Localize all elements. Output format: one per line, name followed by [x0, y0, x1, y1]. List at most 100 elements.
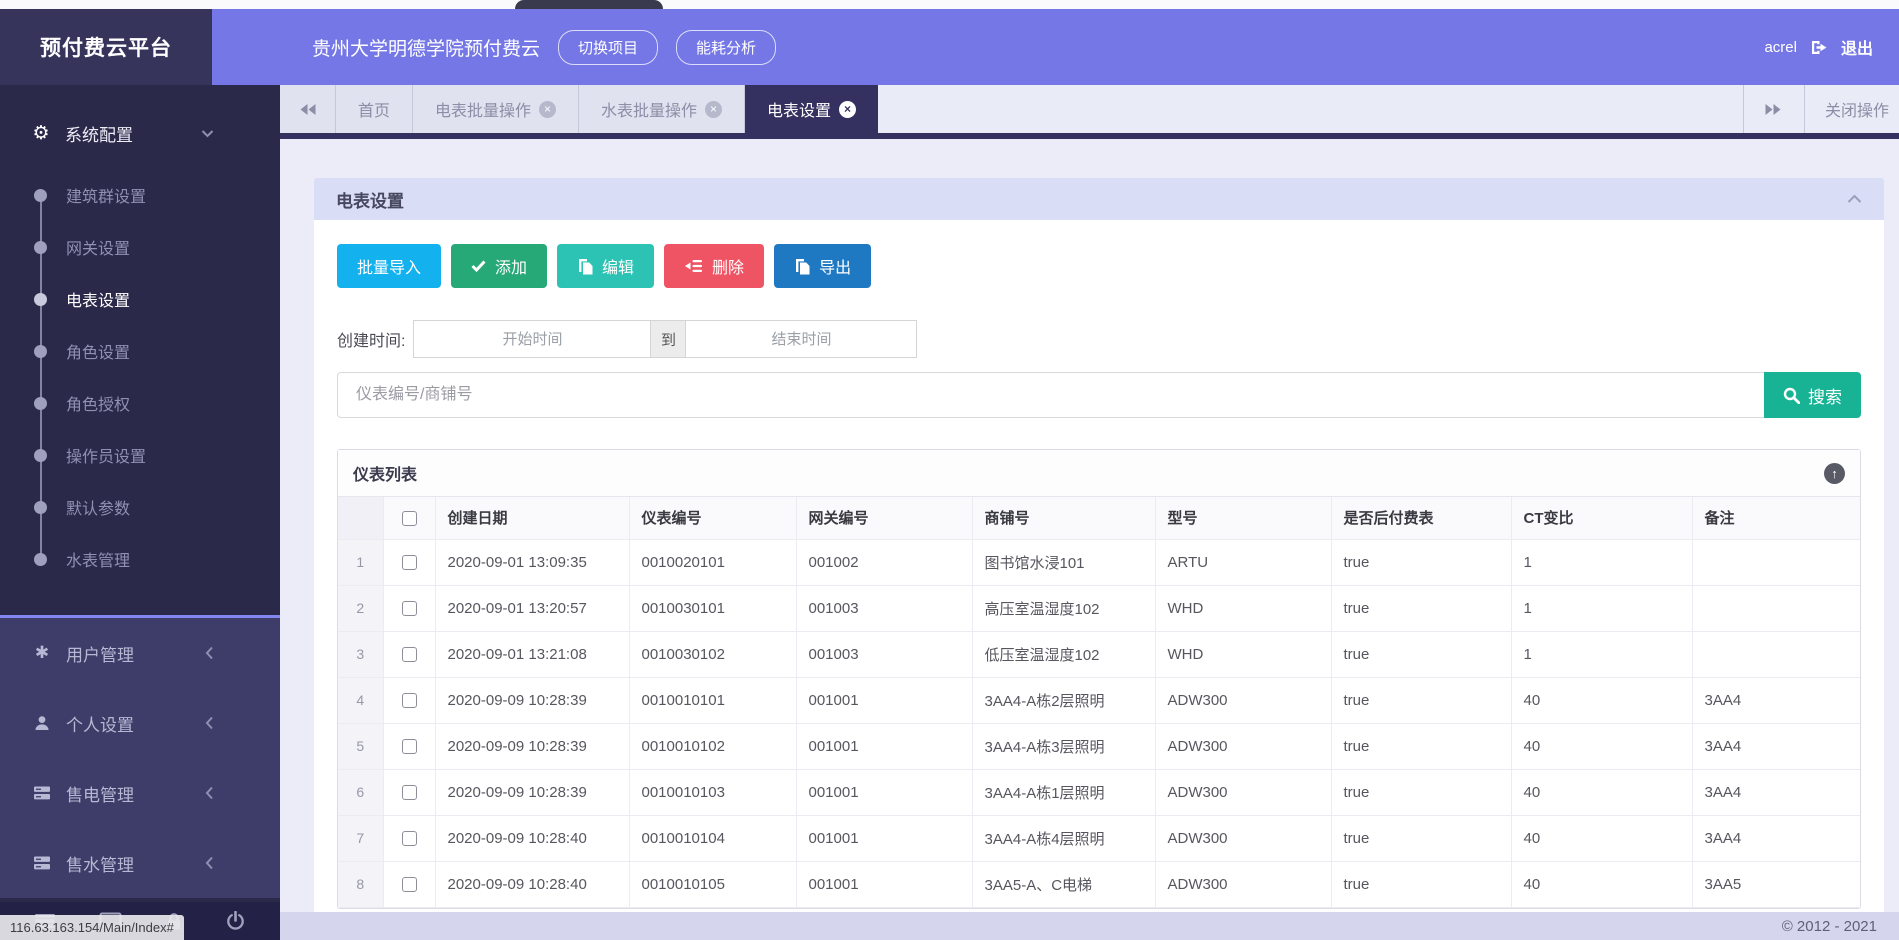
start-time-input[interactable]: [413, 320, 651, 358]
cell-shop: 图书馆水浸101: [972, 539, 1155, 585]
编辑-button[interactable]: 编辑: [557, 244, 654, 288]
row-number: 1: [338, 539, 383, 585]
cell-model: ADW300: [1155, 677, 1331, 723]
collapse-panel-icon[interactable]: [1847, 194, 1862, 204]
search-input[interactable]: [337, 372, 1764, 418]
table-row[interactable]: 72020-09-09 10:28:4000100101040010013AA4…: [338, 815, 1860, 861]
button-label: 编辑: [602, 254, 634, 278]
row-checkbox[interactable]: [402, 739, 417, 754]
批量导入-button[interactable]: 批量导入: [337, 244, 441, 288]
cell-model: ADW300: [1155, 815, 1331, 861]
column-header: CT变比: [1511, 497, 1692, 539]
cell-ct: 40: [1511, 861, 1692, 907]
添加-button[interactable]: 添加: [451, 244, 547, 288]
cell-postpaid: true: [1331, 677, 1511, 723]
cell-ct: 40: [1511, 677, 1692, 723]
button-label: 导出: [819, 254, 851, 278]
row-checkbox[interactable]: [402, 601, 417, 616]
bullet-icon: [34, 345, 47, 358]
sidebar-item-电表设置[interactable]: 电表设置: [0, 273, 280, 325]
energy-analysis-button[interactable]: 能耗分析: [676, 30, 776, 65]
sidebar-section-system-config: ⚙系统配置建筑群设置网关设置电表设置角色设置角色授权操作员设置默认参数水表管理: [0, 85, 280, 585]
copyright: © 2012 - 2021: [1782, 918, 1877, 935]
search-icon: [1783, 387, 1800, 404]
column-header: 是否后付费表: [1331, 497, 1511, 539]
row-checkbox[interactable]: [402, 785, 417, 800]
cell-note: 3AA4: [1692, 815, 1860, 861]
cell-postpaid: true: [1331, 585, 1511, 631]
cell-ct: 40: [1511, 815, 1692, 861]
switch-project-button[interactable]: 切换项目: [558, 30, 658, 65]
tab-label: 电表批量操作: [435, 97, 531, 121]
browser-tab-sliver: [515, 0, 663, 9]
select-all-checkbox[interactable]: [402, 511, 417, 526]
search-button[interactable]: 搜索: [1764, 372, 1861, 418]
main-content: 电表设置 批量导入添加编辑删除导出 创建时间: 到 搜索: [280, 139, 1899, 912]
sidebar-item-角色授权[interactable]: 角色授权: [0, 377, 280, 429]
table-row[interactable]: 82020-09-09 10:28:4000100101050010013AA5…: [338, 861, 1860, 907]
tabs-scroll-left-icon[interactable]: [280, 85, 336, 133]
table-row[interactable]: 22020-09-01 13:20:570010030101001003高压室温…: [338, 585, 1860, 631]
tab-item[interactable]: 电表批量操作 ×: [413, 85, 579, 133]
tab-label: 水表批量操作: [601, 97, 697, 121]
table-row[interactable]: 62020-09-09 10:28:3900100101030010013AA4…: [338, 769, 1860, 815]
sidebar-item-默认参数[interactable]: 默认参数: [0, 481, 280, 533]
bullet-icon: [34, 241, 47, 254]
tabs-scroll-right-icon[interactable]: [1743, 85, 1805, 133]
cell-gateway: 001001: [796, 677, 972, 723]
row-checkbox[interactable]: [402, 877, 417, 892]
power-icon[interactable]: [225, 911, 246, 932]
gear-icon: ⚙: [30, 122, 52, 145]
top-header-bar: 贵州大学明德学院预付费云 切换项目 能耗分析 acrel 退出: [212, 9, 1899, 85]
row-checkbox[interactable]: [402, 831, 417, 846]
tab-item[interactable]: 水表批量操作 ×: [579, 85, 745, 133]
cell-gateway: 001002: [796, 539, 972, 585]
sidebar-section-用户管理[interactable]: ✱用户管理: [0, 618, 280, 688]
username[interactable]: acrel: [1764, 39, 1797, 56]
row-checkbox[interactable]: [402, 647, 417, 662]
tab-item[interactable]: 电表设置×: [745, 85, 878, 133]
cell-date: 2020-09-09 10:28:40: [435, 861, 629, 907]
cell-gateway: 001001: [796, 723, 972, 769]
meter-list-panel: 仪表列表 ↑ 创建日期仪表编号网关编号商铺号型号是否后付费表CT变比备注 120…: [337, 449, 1861, 909]
meter-list-title: 仪表列表: [353, 461, 417, 485]
sidebar-item-建筑群设置[interactable]: 建筑群设置: [0, 169, 280, 221]
end-time-input[interactable]: [685, 320, 917, 358]
tab-close-icon[interactable]: ×: [539, 101, 556, 118]
sidebar-section-个人设置[interactable]: 个人设置: [0, 688, 280, 758]
table-row[interactable]: 42020-09-09 10:28:3900100101010010013AA4…: [338, 677, 1860, 723]
column-header: 型号: [1155, 497, 1331, 539]
table-row[interactable]: 52020-09-09 10:28:3900100101020010013AA4…: [338, 723, 1860, 769]
meter-table: 创建日期仪表编号网关编号商铺号型号是否后付费表CT变比备注 12020-09-0…: [338, 497, 1860, 908]
sidebar-section-header[interactable]: ⚙系统配置: [0, 105, 280, 161]
cell-date: 2020-09-09 10:28:39: [435, 769, 629, 815]
collapse-up-icon[interactable]: ↑: [1824, 463, 1845, 484]
sidebar-item-角色设置[interactable]: 角色设置: [0, 325, 280, 377]
cell-model: ARTU: [1155, 539, 1331, 585]
logout-button[interactable]: 退出: [1841, 35, 1873, 59]
row-number: 2: [338, 585, 383, 631]
close-operations-button[interactable]: 关闭操作: [1805, 97, 1899, 121]
row-checkbox[interactable]: [402, 555, 417, 570]
tab-close-icon[interactable]: ×: [839, 101, 856, 118]
sidebar-section-售电管理[interactable]: 售电管理: [0, 758, 280, 828]
chevron-left-icon: [205, 646, 214, 660]
logout-icon[interactable]: [1810, 40, 1828, 55]
sidebar-item-水表管理[interactable]: 水表管理: [0, 533, 280, 585]
table-row[interactable]: 12020-09-01 13:09:350010020101001002图书馆水…: [338, 539, 1860, 585]
check-icon: [471, 260, 486, 272]
cell-postpaid: true: [1331, 815, 1511, 861]
tab-item[interactable]: 首页: [336, 85, 413, 133]
sidebar-section-售水管理[interactable]: 售水管理: [0, 828, 280, 898]
cell-meter: 0010010101: [629, 677, 796, 723]
sidebar-item-网关设置[interactable]: 网关设置: [0, 221, 280, 273]
row-checkbox[interactable]: [402, 693, 417, 708]
sidebar-item-操作员设置[interactable]: 操作员设置: [0, 429, 280, 481]
tab-close-icon[interactable]: ×: [705, 101, 722, 118]
导出-button[interactable]: 导出: [774, 244, 871, 288]
cell-note: [1692, 585, 1860, 631]
cell-shop: 3AA4-A栋2层照明: [972, 677, 1155, 723]
row-number: 7: [338, 815, 383, 861]
删除-button[interactable]: 删除: [664, 244, 764, 288]
table-row[interactable]: 32020-09-01 13:21:080010030102001003低压室温…: [338, 631, 1860, 677]
